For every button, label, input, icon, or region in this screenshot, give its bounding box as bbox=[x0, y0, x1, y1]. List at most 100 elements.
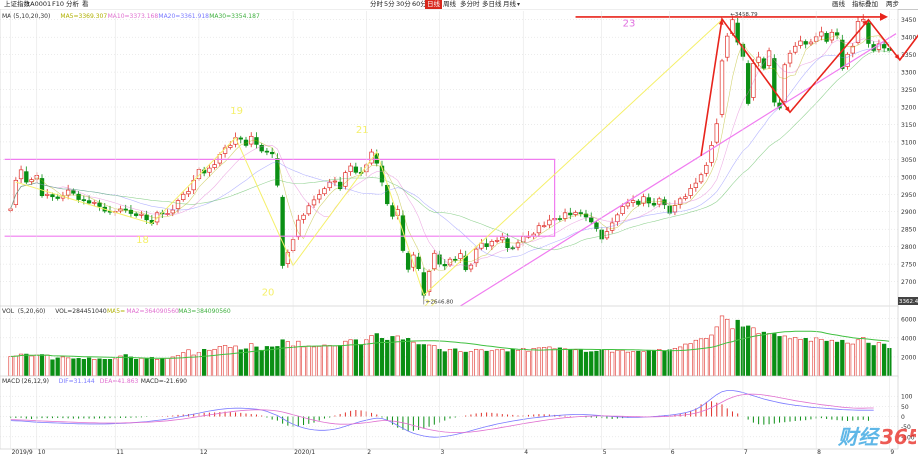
candle-body bbox=[139, 213, 144, 216]
date-tick-label: 2020/1 bbox=[294, 449, 315, 456]
volume-bar bbox=[766, 333, 772, 377]
volume-bar bbox=[217, 346, 222, 377]
volume-bar bbox=[589, 351, 594, 377]
symbol-code: 1A0001 bbox=[26, 0, 52, 8]
price-tick-label: 2700 bbox=[901, 279, 916, 286]
candle-body bbox=[536, 225, 542, 234]
volume-bar bbox=[698, 338, 704, 377]
price-panel: 2700 2750 2800 2850 2900 2950 3000 3050 3100 3150… bbox=[0, 9, 918, 310]
volume-bar bbox=[746, 325, 751, 377]
date-tick-label: 5 bbox=[603, 449, 607, 456]
candle-body bbox=[484, 243, 489, 248]
analysis-button[interactable]: 分析 bbox=[64, 0, 81, 9]
candle-body bbox=[541, 225, 547, 228]
candle-body bbox=[249, 135, 254, 145]
volume-bar bbox=[60, 356, 66, 377]
volume-bar bbox=[620, 349, 625, 377]
candle-body bbox=[86, 200, 92, 204]
volume-bar bbox=[29, 355, 34, 377]
macd-panel: 100500-50-100MACD (26,12,9) DIF=31.144 DEA=… bbox=[0, 375, 915, 450]
date-tick-label: 8 bbox=[817, 449, 821, 456]
volume-bar bbox=[421, 344, 426, 377]
volume-bar bbox=[531, 348, 536, 377]
price-tick-label: 3100 bbox=[901, 139, 916, 146]
wave-label: 20 bbox=[262, 288, 275, 299]
volume-bar bbox=[411, 341, 416, 377]
volume-tick-label: 4000 bbox=[901, 335, 916, 342]
price-tick-label: 2850 bbox=[901, 227, 916, 234]
candle-body bbox=[405, 252, 411, 270]
volume-bar bbox=[149, 357, 154, 377]
volume-bar bbox=[688, 343, 693, 377]
candle-body bbox=[683, 196, 688, 199]
candle-body bbox=[311, 199, 317, 206]
volume-bar bbox=[515, 349, 521, 377]
volume-bar bbox=[604, 349, 610, 377]
volume-bar bbox=[646, 349, 651, 377]
volume-bar bbox=[369, 335, 374, 377]
macd-plot-frame bbox=[0, 375, 899, 450]
volume-bar bbox=[845, 342, 850, 377]
volume-bar bbox=[756, 333, 761, 377]
volume-bar bbox=[406, 338, 411, 377]
volume-bar bbox=[259, 349, 264, 377]
volume-bar bbox=[683, 343, 688, 377]
volume-bar bbox=[222, 345, 228, 377]
volume-bar bbox=[338, 345, 343, 377]
candle-body bbox=[55, 196, 60, 199]
price-tick-label: 3000 bbox=[901, 174, 916, 181]
price-legend-item: MA5=3369.307 bbox=[60, 13, 107, 20]
price-legend-item: (5,10,20,30) bbox=[13, 13, 50, 20]
candle-body bbox=[207, 167, 212, 173]
volume-bar bbox=[175, 355, 181, 377]
volume-bar bbox=[730, 328, 735, 377]
volume-bar bbox=[447, 348, 453, 377]
candle-body bbox=[714, 123, 719, 143]
candle-body bbox=[578, 212, 583, 214]
volume-bar bbox=[463, 351, 468, 377]
volume-bar bbox=[505, 351, 510, 377]
volume-bar bbox=[385, 339, 390, 377]
candle-body bbox=[432, 252, 437, 270]
price-tick-label: 2900 bbox=[901, 209, 916, 216]
volume-bar bbox=[18, 353, 24, 377]
volume-bar bbox=[332, 345, 338, 377]
volume-bar bbox=[92, 359, 97, 377]
candle-body bbox=[238, 137, 243, 140]
volume-bar bbox=[233, 345, 238, 377]
volume-bar bbox=[641, 351, 646, 377]
two-step-button[interactable]: 两步 bbox=[884, 0, 901, 9]
period-daily[interactable]: 日线 bbox=[425, 0, 442, 9]
candle-body bbox=[881, 44, 887, 49]
volume-bar bbox=[301, 346, 306, 377]
candle-body bbox=[76, 193, 81, 200]
candle-body bbox=[65, 189, 71, 196]
volume-bar bbox=[39, 354, 45, 377]
candle-body bbox=[280, 196, 285, 266]
volume-bar bbox=[306, 345, 311, 377]
macd-tick-label: 100 bbox=[901, 394, 913, 401]
view-button[interactable]: 看 bbox=[80, 0, 91, 9]
volume-bar bbox=[86, 357, 92, 377]
period-dropdown-icon[interactable]: ▾ bbox=[517, 1, 520, 8]
candle-body bbox=[704, 164, 709, 174]
volume-bar bbox=[557, 347, 562, 377]
period-multi-intraday[interactable]: 多分时 bbox=[458, 0, 482, 9]
volume-bar bbox=[479, 349, 484, 377]
indicator-overlay-button[interactable]: 指标叠加 bbox=[850, 0, 880, 9]
period-monthly[interactable]: 月线 bbox=[501, 0, 518, 9]
volume-bar bbox=[24, 353, 29, 377]
candle-body bbox=[589, 217, 594, 223]
candle-body bbox=[725, 35, 730, 58]
macd-legend-item: DEA=41.863 bbox=[100, 378, 139, 385]
draw-line-button[interactable]: 画线 bbox=[830, 0, 847, 9]
period-weekly[interactable]: 周线 bbox=[441, 0, 458, 9]
volume-bar bbox=[66, 357, 71, 377]
candle-body bbox=[646, 197, 651, 204]
date-tick-label: 3 bbox=[441, 449, 445, 456]
candle-body bbox=[500, 236, 505, 241]
period-multi-daily[interactable]: 多日线 bbox=[480, 0, 504, 9]
macd-legend-item: (26,12,9) bbox=[21, 378, 49, 385]
candle-body bbox=[29, 179, 34, 183]
volume-legend-item: MA3=384090560 bbox=[178, 308, 231, 315]
